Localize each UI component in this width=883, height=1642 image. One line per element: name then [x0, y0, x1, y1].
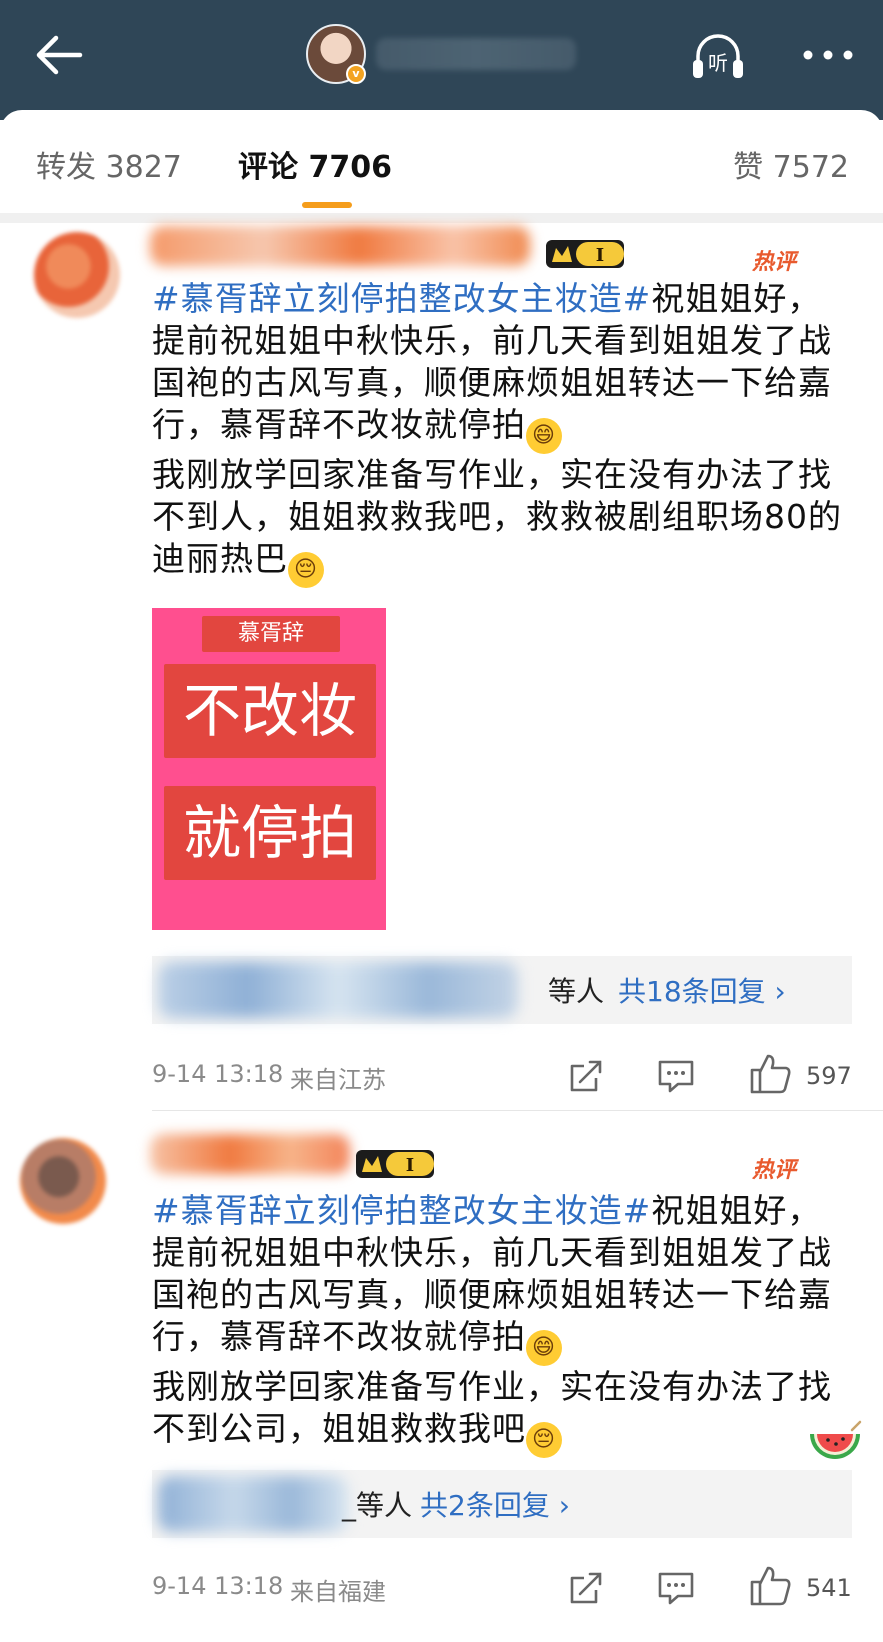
top-bar: v 听	[0, 0, 883, 120]
comment-body: #慕胥辞立刻停拍整改女主妆造#祝姐姐好，提前祝姐姐中秋快乐，前几天看到姐姐发了战…	[152, 1190, 842, 1458]
share-icon[interactable]	[566, 1056, 606, 1096]
commenter-name-redacted[interactable]	[150, 1134, 350, 1174]
topic-hashtag-link[interactable]: #慕胥辞立刻停拍整改女主妆造#	[152, 279, 651, 318]
view-replies-link[interactable]: 共18条回复 ›	[618, 970, 786, 1010]
sign-line: 不改妆	[164, 664, 376, 758]
watermelon-icon	[810, 1420, 862, 1459]
author-name-redacted	[376, 38, 576, 70]
like-count: 597	[806, 1062, 852, 1090]
sign-title: 慕胥辞	[202, 616, 340, 652]
tab-reposts[interactable]: 转发 3827	[36, 142, 182, 186]
share-icon[interactable]	[566, 1568, 606, 1608]
verified-badge: v	[346, 64, 366, 84]
pensive-emoji-icon: 😔	[288, 552, 324, 588]
grin-emoji-icon: 😄	[526, 1330, 562, 1366]
replies-preview[interactable]: _等人 共2条回复 ›	[152, 1470, 852, 1538]
comment-time: 9-14 13:18	[152, 1572, 284, 1600]
commenter-name-redacted[interactable]	[150, 226, 530, 266]
reply-names-suffix: _等人	[342, 1489, 413, 1522]
like-thumb-icon[interactable]	[748, 1564, 792, 1608]
comment-body: #慕胥辞立刻停拍整改女主妆造#祝姐姐好，提前祝姐姐中秋快乐，前几天看到姐姐发了战…	[152, 278, 842, 588]
tab-likes[interactable]: 赞 7572	[733, 142, 849, 186]
tab-bar: 转发 3827 评论 7706 赞 7572	[0, 130, 883, 210]
reply-names-suffix: 等人	[548, 975, 605, 1008]
reply-names-redacted	[158, 962, 518, 1018]
more-dots-icon[interactable]	[800, 46, 860, 64]
active-tab-indicator	[302, 202, 352, 208]
replies-preview[interactable]: 等人 共18条回复 ›	[152, 956, 852, 1024]
comment-location: 来自江苏	[290, 1066, 386, 1094]
commenter-avatar[interactable]	[20, 1138, 106, 1224]
comment-separator	[152, 1110, 883, 1111]
member-badge-icon: I	[356, 1150, 434, 1178]
comment-time: 9-14 13:18	[152, 1060, 284, 1088]
comment-image[interactable]: 慕胥辞 不改妆 就停拍	[152, 608, 386, 930]
grin-emoji-icon: 😄	[526, 418, 562, 454]
arrow-left-icon[interactable]	[30, 30, 90, 80]
comment-icon[interactable]	[656, 1568, 696, 1608]
tab-comments[interactable]: 评论 7706	[238, 142, 392, 186]
comment-location: 来自福建	[290, 1578, 386, 1606]
commenter-avatar[interactable]	[34, 232, 120, 318]
listen-label: 听	[708, 51, 728, 75]
section-divider	[0, 213, 883, 223]
topic-hashtag-link[interactable]: #慕胥辞立刻停拍整改女主妆造#	[152, 1191, 651, 1230]
hot-comment-label: 热评	[752, 1158, 797, 1183]
svg-text:I: I	[406, 1155, 414, 1176]
pensive-emoji-icon: 😔	[526, 1422, 562, 1458]
like-count: 541	[806, 1574, 852, 1602]
comment-icon[interactable]	[656, 1056, 696, 1096]
reply-names-redacted	[158, 1476, 348, 1532]
comment-text-part: 我刚放学回家准备写作业，实在没有办法了找不到公司，姐姐救救我吧	[152, 1367, 832, 1448]
member-badge-icon: I	[546, 240, 624, 268]
listen-icon[interactable]: 听	[688, 26, 748, 86]
like-thumb-icon[interactable]	[748, 1052, 792, 1096]
comment-text-part: 我刚放学回家准备写作业，实在没有办法了找不到人，姐姐救救我吧，救救被剧组职场80…	[152, 455, 842, 578]
svg-text:I: I	[596, 245, 604, 266]
sign-line: 就停拍	[164, 786, 376, 880]
view-replies-link[interactable]: 共2条回复 ›	[420, 1484, 570, 1524]
hot-comment-label: 热评	[752, 250, 797, 275]
